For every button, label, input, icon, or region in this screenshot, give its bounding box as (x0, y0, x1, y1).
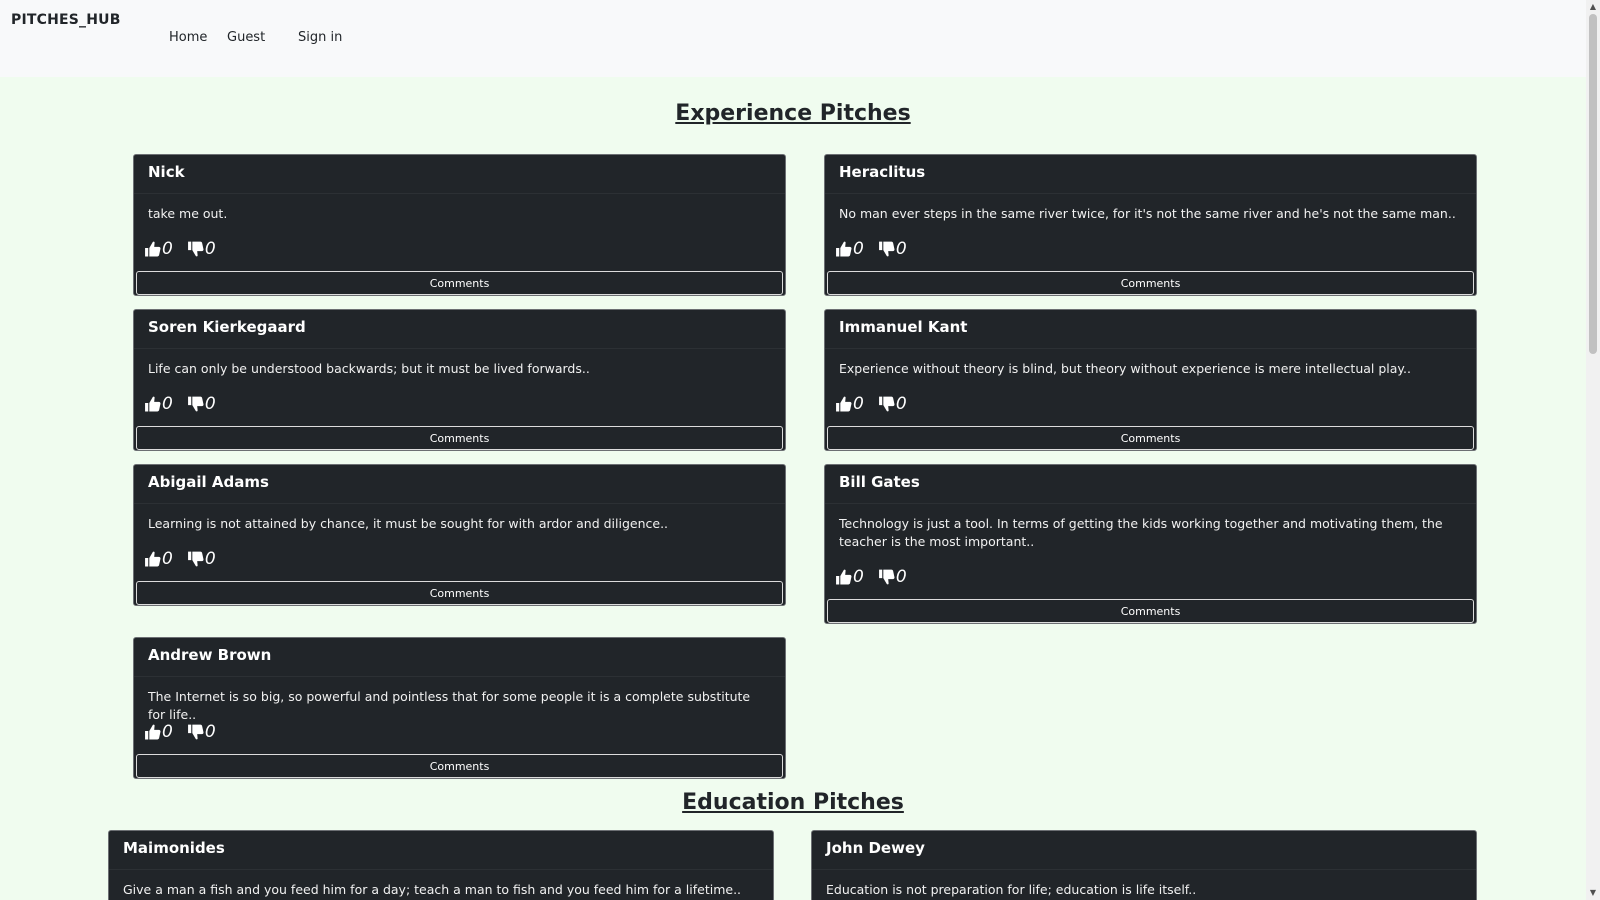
downvote-button[interactable]: 0 (187, 239, 216, 259)
thumbs-down-icon (878, 241, 895, 257)
scroll-down-arrow-icon[interactable]: ▼ (1588, 888, 1598, 898)
pitch-text: Give a man a fish and you feed him for a… (123, 882, 742, 897)
thumbs-up-icon (836, 396, 852, 412)
pitch-author: Abigail Adams (134, 465, 785, 504)
pitch-author: Bill Gates (825, 465, 1476, 504)
downvote-button[interactable]: 0 (187, 722, 216, 742)
upvote-count: 0 (162, 394, 173, 414)
comments-button[interactable]: Comments (136, 581, 783, 605)
vertical-scrollbar[interactable]: ▲ ▼ (1586, 0, 1600, 900)
pitch-author: Immanuel Kant (825, 310, 1476, 349)
upvote-count: 0 (853, 567, 864, 587)
upvote-count: 0 (162, 239, 173, 259)
pitch-text: No man ever steps in the same river twic… (839, 206, 1456, 221)
comments-button[interactable]: Comments (827, 271, 1474, 295)
pitch-text: Technology is just a tool. In terms of g… (839, 516, 1443, 549)
upvote-button[interactable]: 0 (835, 567, 864, 587)
comments-button[interactable]: Comments (136, 426, 783, 450)
thumbs-up-icon (145, 551, 161, 567)
upvote-count: 0 (162, 722, 173, 742)
upvote-count: 0 (853, 239, 864, 259)
vote-bar: 0 0 (835, 238, 921, 260)
nav-link-sign-in[interactable]: Sign in (298, 30, 342, 45)
pitch-text: The Internet is so big, so powerful and … (148, 689, 751, 722)
thumbs-up-icon (145, 396, 161, 412)
upvote-button[interactable]: 0 (144, 722, 173, 742)
vote-bar: 0 0 (835, 393, 921, 415)
downvote-button[interactable]: 0 (878, 239, 907, 259)
pitch-text: Experience without theory is blind, but … (839, 361, 1411, 376)
thumbs-up-icon (836, 241, 852, 257)
education-section-title: Education Pitches (682, 790, 904, 815)
nav-link-home[interactable]: Home (169, 30, 207, 45)
thumbs-up-icon (836, 569, 852, 585)
nav-link-guest[interactable]: Guest (227, 30, 265, 45)
vote-bar: 0 0 (144, 393, 230, 415)
downvote-button[interactable]: 0 (187, 394, 216, 414)
experience-section-title: Experience Pitches (675, 101, 911, 126)
pitch-text: Education is not preparation for life; e… (826, 882, 1197, 897)
thumbs-down-icon (187, 724, 204, 740)
comments-button[interactable]: Comments (136, 754, 783, 778)
pitch-author: Soren Kierkegaard (134, 310, 785, 349)
thumbs-up-icon (145, 724, 161, 740)
upvote-button[interactable]: 0 (144, 394, 173, 414)
downvote-button[interactable]: 0 (878, 394, 907, 414)
pitch-card: John Dewey Education is not preparation … (811, 830, 1477, 900)
comments-button[interactable]: Comments (827, 426, 1474, 450)
pitch-text: Learning is not attained by chance, it m… (148, 516, 669, 531)
downvote-button[interactable]: 0 (878, 567, 907, 587)
vote-bar: 0 0 (144, 548, 230, 570)
downvote-count: 0 (204, 239, 216, 259)
upvote-button[interactable]: 0 (835, 239, 864, 259)
thumbs-down-icon (187, 241, 204, 257)
pitch-author: John Dewey (812, 831, 1476, 870)
upvote-button[interactable]: 0 (835, 394, 864, 414)
thumbs-up-icon (145, 241, 161, 257)
navbar: PITCHES_HUB Home Guest Sign in (0, 0, 1586, 77)
upvote-button[interactable]: 0 (144, 549, 173, 569)
pitch-card: Andrew Brown The Internet is so big, so … (133, 637, 786, 779)
downvote-count: 0 (204, 549, 216, 569)
vote-bar: 0 0 (835, 566, 921, 588)
thumbs-down-icon (187, 551, 204, 567)
downvote-count: 0 (895, 394, 907, 414)
pitch-card: Heraclitus No man ever steps in the same… (824, 154, 1477, 296)
vote-bar: 0 0 (144, 238, 230, 260)
thumbs-down-icon (878, 569, 895, 585)
pitch-card: Bill Gates Technology is just a tool. In… (824, 464, 1477, 624)
thumbs-down-icon (187, 396, 204, 412)
pitch-author: Maimonides (109, 831, 773, 870)
upvote-count: 0 (853, 394, 864, 414)
upvote-button[interactable]: 0 (144, 239, 173, 259)
thumbs-down-icon (878, 396, 895, 412)
pitch-author: Heraclitus (825, 155, 1476, 194)
scroll-up-arrow-icon[interactable]: ▲ (1588, 2, 1598, 12)
pitch-text: take me out. (148, 206, 228, 221)
downvote-count: 0 (895, 239, 907, 259)
comments-button[interactable]: Comments (827, 599, 1474, 623)
upvote-count: 0 (162, 549, 173, 569)
downvote-count: 0 (204, 394, 216, 414)
scrollbar-thumb[interactable] (1589, 14, 1597, 354)
comments-button[interactable]: Comments (136, 271, 783, 295)
pitch-card: Soren Kierkegaard Life can only be under… (133, 309, 786, 451)
pitch-author: Nick (134, 155, 785, 194)
downvote-count: 0 (204, 722, 216, 742)
pitch-author: Andrew Brown (134, 638, 785, 677)
pitch-text: Life can only be understood backwards; b… (148, 361, 590, 376)
brand-logo[interactable]: PITCHES_HUB (11, 12, 121, 28)
downvote-button[interactable]: 0 (187, 549, 216, 569)
pitch-card: Maimonides Give a man a fish and you fee… (108, 830, 774, 900)
downvote-count: 0 (895, 567, 907, 587)
pitch-card: Nick take me out. 0 0 Comments (133, 154, 786, 296)
pitch-card: Immanuel Kant Experience without theory … (824, 309, 1477, 451)
vote-bar: 0 0 (144, 721, 230, 743)
pitch-card: Abigail Adams Learning is not attained b… (133, 464, 786, 606)
